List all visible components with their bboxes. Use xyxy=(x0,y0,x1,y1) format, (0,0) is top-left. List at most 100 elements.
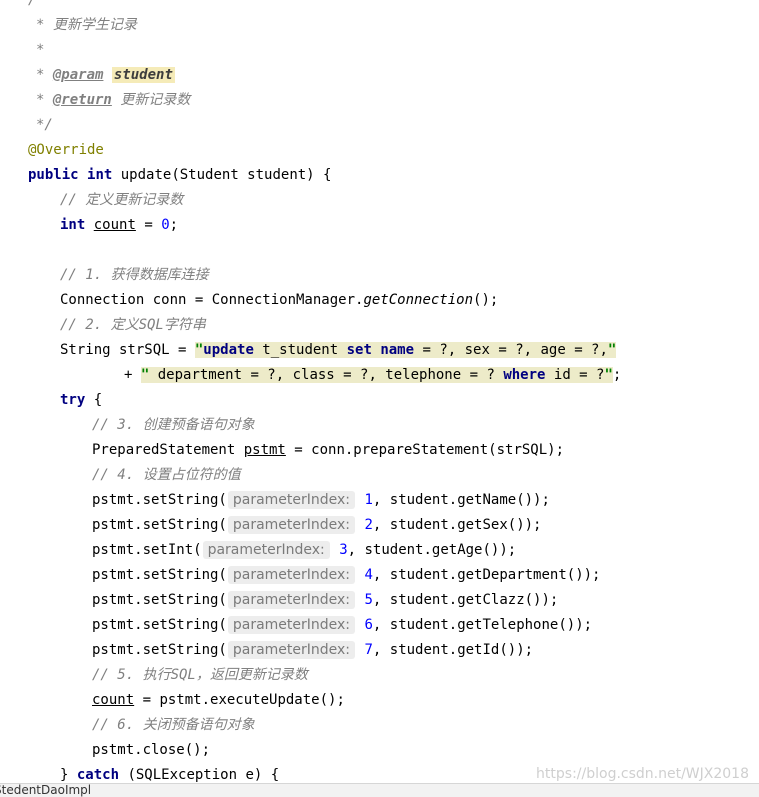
code-token: 更新记录数 xyxy=(111,92,191,108)
code-token: catch xyxy=(76,767,120,783)
code-token: + xyxy=(124,367,141,383)
code-line[interactable]: + " department = ?, class = ?, telephone… xyxy=(0,363,621,388)
code-token: // 2. 定义SQL字符串 xyxy=(60,317,206,333)
code-token: ; xyxy=(169,217,179,233)
code-line[interactable]: pstmt.setString(parameterIndex: 1, stude… xyxy=(0,488,550,513)
code-token: try xyxy=(60,392,86,408)
code-line[interactable]: @Override xyxy=(0,138,104,163)
code-token: count xyxy=(92,692,135,708)
code-line[interactable]: // 定义更新记录数 xyxy=(0,188,183,213)
parameter-hint: parameterIndex: xyxy=(202,541,330,559)
code-line[interactable]: try { xyxy=(0,388,102,413)
code-line[interactable]: String strSQL = " update t_student set na… xyxy=(0,338,617,363)
parameter-hint: parameterIndex: xyxy=(227,516,356,534)
code-token: * xyxy=(36,92,53,108)
code-token: } xyxy=(60,767,77,783)
code-token: , student.getTelephone()); xyxy=(372,617,593,633)
code-line[interactable]: * @param student xyxy=(0,63,175,88)
code-line[interactable]: /** xyxy=(0,0,53,13)
code-line[interactable]: */ xyxy=(0,113,53,138)
code-token: id = ? xyxy=(545,367,605,383)
code-token: @Override xyxy=(28,142,104,158)
code-line[interactable]: // 3. 创建预备语句对象 xyxy=(0,413,255,438)
code-editor[interactable]: /** * 更新学生记录 * * @param student * @return 更新… xyxy=(0,0,759,783)
code-token: = conn.prepareStatement(strSQL); xyxy=(285,442,565,458)
code-line[interactable]: pstmt.setString(parameterIndex: 5, stude… xyxy=(0,588,558,613)
code-line[interactable]: count = pstmt.executeUpdate(); xyxy=(0,688,345,713)
code-line[interactable]: // 4. 设置占位符的值 xyxy=(0,463,241,488)
code-line[interactable]: * xyxy=(0,38,44,63)
code-token: = ?, sex = ?, age = ?, xyxy=(414,342,608,358)
parameter-hint: parameterIndex: xyxy=(227,591,356,609)
code-line[interactable]: // 5. 执行SQL，返回更新记录数 xyxy=(0,663,308,688)
code-line[interactable]: // 1. 获得数据库连接 xyxy=(0,263,209,288)
code-token: pstmt.close(); xyxy=(92,742,211,758)
code-line[interactable]: pstmt.setString(parameterIndex: 7, stude… xyxy=(0,638,533,663)
code-token: /** xyxy=(28,0,54,8)
code-token: update xyxy=(203,342,254,358)
code-token: int xyxy=(87,167,113,183)
code-token: (); xyxy=(473,292,499,308)
code-line[interactable]: * 更新学生记录 xyxy=(0,13,137,38)
code-token: where xyxy=(503,367,546,383)
code-token: { xyxy=(85,392,103,408)
watermark: https://blog.csdn.net/WJX2018 xyxy=(536,766,749,782)
code-token: 4 xyxy=(364,567,373,583)
code-token: 6 xyxy=(364,617,373,633)
code-token: (SQLException e) { xyxy=(119,767,280,783)
code-line[interactable]: pstmt.setInt(parameterIndex: 3, student.… xyxy=(0,538,516,563)
code-token: int xyxy=(60,217,86,233)
code-token: 3 xyxy=(339,542,348,558)
code-token: // 4. 设置占位符的值 xyxy=(92,467,241,483)
code-token: // 5. 执行SQL，返回更新记录数 xyxy=(92,667,308,683)
parameter-hint: parameterIndex: xyxy=(227,616,356,634)
code-token: // 6. 关闭预备语句对象 xyxy=(92,717,255,733)
code-line[interactable]: pstmt.setString(parameterIndex: 6, stude… xyxy=(0,613,592,638)
code-token: pstmt.setString( xyxy=(92,567,227,583)
code-token: // 定义更新记录数 xyxy=(60,192,184,208)
code-line[interactable] xyxy=(0,238,60,263)
code-token: set xyxy=(346,342,372,358)
code-line[interactable]: pstmt.close(); xyxy=(0,738,210,763)
code-token: String strSQL = xyxy=(60,342,195,358)
code-token: , student.getClazz()); xyxy=(372,592,559,608)
code-token: // 1. 获得数据库连接 xyxy=(60,267,209,283)
code-line[interactable]: // 6. 关闭预备语句对象 xyxy=(0,713,255,738)
code-line[interactable]: int count = 0; xyxy=(0,213,178,238)
code-token: , student.getDepartment()); xyxy=(372,567,601,583)
code-token: , student.getId()); xyxy=(372,642,534,658)
code-line[interactable]: } catch (SQLException e) { xyxy=(0,763,279,783)
parameter-hint: parameterIndex: xyxy=(227,641,356,659)
parameter-hint: parameterIndex: xyxy=(227,566,356,584)
code-token: pstmt.setString( xyxy=(92,592,227,608)
code-token: // 3. 创建预备语句对象 xyxy=(92,417,255,433)
code-token: " xyxy=(604,367,613,383)
code-token: count xyxy=(93,217,136,233)
code-token: pstmt.setInt( xyxy=(92,542,202,558)
code-line[interactable]: pstmt.setString(parameterIndex: 4, stude… xyxy=(0,563,600,588)
code-token: Connection conn = ConnectionManager. xyxy=(60,292,364,308)
code-line[interactable]: Connection conn = ConnectionManager.getC… xyxy=(0,288,498,313)
code-line[interactable]: public int update(Student student) { xyxy=(0,163,331,188)
code-token: * xyxy=(36,42,45,58)
code-line[interactable]: PreparedStatement pstmt = conn.prepareSt… xyxy=(0,438,564,463)
code-token: pstmt.setString( xyxy=(92,617,227,633)
parameter-hint: parameterIndex: xyxy=(227,491,356,509)
code-token: 7 xyxy=(364,642,373,658)
code-token: * xyxy=(36,67,53,83)
code-token: t_student xyxy=(253,342,347,358)
code-token: = pstmt.executeUpdate(); xyxy=(134,692,345,708)
code-line[interactable]: // 2. 定义SQL字符串 xyxy=(0,313,206,338)
file-tab[interactable]: StedentDaoImpl xyxy=(0,784,91,797)
code-token: pstmt.setString( xyxy=(92,642,227,658)
code-line[interactable]: * @return 更新记录数 xyxy=(0,88,190,113)
code-line[interactable]: pstmt.setString(parameterIndex: 2, stude… xyxy=(0,513,541,538)
code-token: */ xyxy=(36,117,53,133)
code-token: = xyxy=(135,217,162,233)
code-token: * 更新学生记录 xyxy=(36,17,137,33)
code-token: student xyxy=(111,67,175,83)
